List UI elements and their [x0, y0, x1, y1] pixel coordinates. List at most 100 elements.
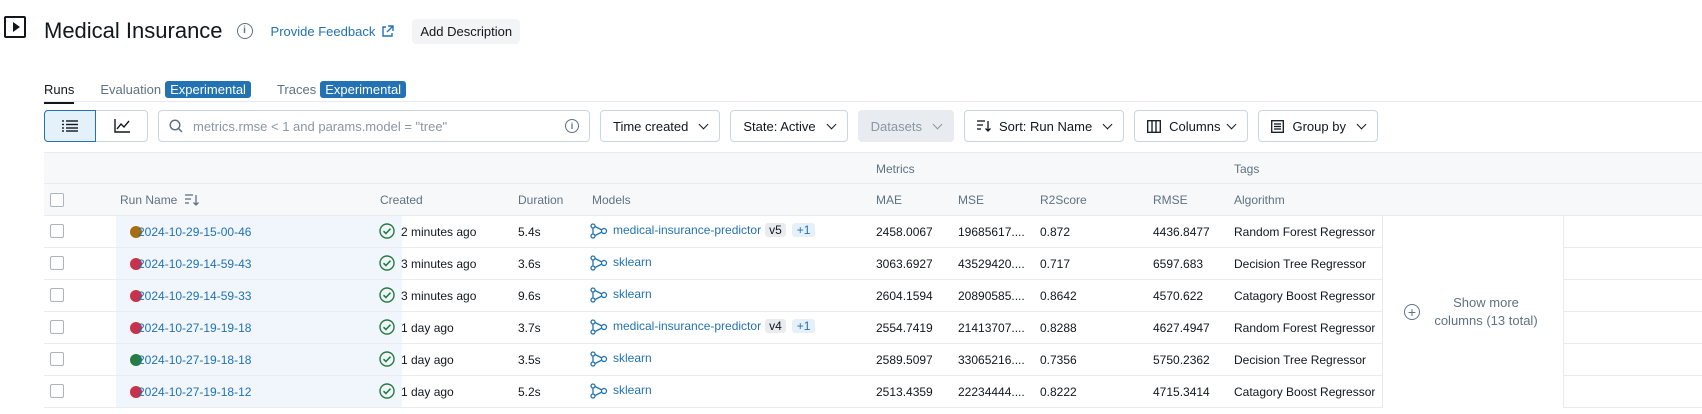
- rmse-value: 6597.683: [1153, 257, 1204, 271]
- list-icon: [62, 120, 78, 132]
- model-icon: [590, 351, 608, 372]
- columns-dropdown[interactable]: Columns: [1134, 110, 1249, 142]
- model-link[interactable]: sklearn: [613, 287, 652, 301]
- models-cell: medical-insurance-predictor v5 +1: [613, 223, 816, 237]
- select-all-checkbox[interactable]: [50, 193, 64, 207]
- run-name-link[interactable]: 2024-10-29-14-59-33: [138, 289, 251, 303]
- chart-icon: [113, 119, 130, 133]
- mse-header[interactable]: MSE: [958, 193, 984, 207]
- models-cell: sklearn: [613, 255, 652, 269]
- algorithm-header[interactable]: Algorithm: [1234, 193, 1285, 207]
- tab-evaluation[interactable]: Evaluation Experimental: [100, 76, 251, 102]
- rmse-header[interactable]: RMSE: [1153, 193, 1188, 207]
- duration-header[interactable]: Duration: [518, 193, 563, 207]
- table-group-header: Metrics Tags: [44, 152, 1702, 184]
- metrics-group-label: Metrics: [876, 162, 915, 176]
- mae-value: 2458.0067: [876, 225, 933, 239]
- mse-value: 43529420....: [958, 257, 1025, 271]
- run-name-link[interactable]: 2024-10-29-14-59-43: [138, 257, 251, 271]
- tabs-divider: [44, 101, 1702, 102]
- check-circle-icon: [379, 351, 395, 372]
- chart-view-button[interactable]: [96, 110, 148, 142]
- models-header[interactable]: Models: [592, 193, 631, 207]
- run-name-link[interactable]: 2024-10-27-19-18-18: [138, 353, 251, 367]
- duration-value: 9.6s: [518, 289, 541, 303]
- check-circle-icon: [379, 223, 395, 244]
- view-toggle: [44, 110, 148, 142]
- created-header[interactable]: Created: [380, 193, 423, 207]
- rmse-value: 4627.4947: [1153, 321, 1210, 335]
- created-value: 1 day ago: [401, 321, 454, 335]
- created-value: 2 minutes ago: [401, 225, 477, 239]
- model-link[interactable]: sklearn: [613, 383, 652, 397]
- row-checkbox[interactable]: [50, 288, 64, 302]
- sidebar-toggle-icon[interactable]: [4, 16, 26, 38]
- chevron-down-icon: [1102, 119, 1113, 129]
- mae-value: 2604.1594: [876, 289, 933, 303]
- tab-runs[interactable]: Runs: [44, 76, 75, 104]
- search-info-icon[interactable]: i: [565, 119, 579, 133]
- r2score-header[interactable]: R2Score: [1040, 193, 1087, 207]
- model-link[interactable]: sklearn: [613, 351, 652, 365]
- datasets-dropdown[interactable]: Datasets: [857, 110, 954, 142]
- r2score-value: 0.8222: [1040, 385, 1077, 399]
- state-dropdown[interactable]: State: Active: [730, 110, 848, 142]
- show-more-columns-button[interactable]: + Show more columns (13 total): [1382, 216, 1564, 408]
- group-by-label: Group by: [1292, 118, 1346, 134]
- model-link[interactable]: sklearn: [613, 255, 652, 269]
- mae-value: 3063.6927: [876, 257, 933, 271]
- mae-value: 2554.7419: [876, 321, 933, 335]
- model-version-badge: v5: [765, 223, 786, 237]
- algorithm-value: Decision Tree Regressor: [1234, 257, 1367, 271]
- mae-header[interactable]: MAE: [876, 193, 902, 207]
- run-name-link[interactable]: 2024-10-29-15-00-46: [138, 225, 251, 239]
- sort-icon: [185, 194, 200, 206]
- algorithm-value: Random Forest Regressor: [1234, 321, 1376, 335]
- mse-value: 21413707....: [958, 321, 1025, 335]
- run-name-header[interactable]: Run Name: [120, 193, 200, 207]
- chevron-down-icon: [932, 119, 943, 129]
- state-label: State: Active: [743, 118, 816, 134]
- row-checkbox[interactable]: [50, 224, 64, 238]
- more-models-badge[interactable]: +1: [791, 319, 816, 333]
- provide-feedback-link[interactable]: Provide Feedback: [271, 24, 395, 39]
- add-description-button[interactable]: Add Description: [412, 18, 521, 44]
- group-by-dropdown[interactable]: Group by: [1258, 110, 1378, 142]
- algorithm-value: Random Forest Regressor: [1234, 225, 1376, 239]
- created-value: 1 day ago: [401, 385, 454, 399]
- search-input[interactable]: [191, 117, 557, 135]
- duration-value: 3.6s: [518, 257, 541, 271]
- page-title: Medical Insurance: [44, 18, 223, 43]
- show-more-columns-label: Show more columns (13 total): [1434, 294, 1538, 328]
- duration-value: 3.7s: [518, 321, 541, 335]
- chevron-down-icon: [826, 119, 837, 129]
- info-icon[interactable]: i: [236, 23, 253, 39]
- plus-circle-icon: +: [1404, 304, 1420, 320]
- model-link[interactable]: medical-insurance-predictor: [613, 223, 761, 237]
- row-checkbox[interactable]: [50, 256, 64, 270]
- more-models-badge[interactable]: +1: [791, 223, 816, 237]
- sort-dropdown[interactable]: Sort: Run Name: [963, 110, 1125, 142]
- check-circle-icon: [379, 383, 395, 404]
- list-view-button[interactable]: [44, 110, 96, 142]
- mse-value: 19685617....: [958, 225, 1025, 239]
- model-link[interactable]: medical-insurance-predictor: [613, 319, 761, 333]
- models-cell: sklearn: [613, 383, 652, 397]
- algorithm-value: Decision Tree Regressor: [1234, 353, 1367, 367]
- run-name-link[interactable]: 2024-10-27-19-19-18: [138, 321, 251, 335]
- row-checkbox[interactable]: [50, 352, 64, 366]
- run-name-link[interactable]: 2024-10-27-19-18-12: [138, 385, 251, 399]
- rmse-value: 4570.622: [1153, 289, 1204, 303]
- row-checkbox[interactable]: [50, 320, 64, 334]
- mae-value: 2513.4359: [876, 385, 933, 399]
- row-checkbox[interactable]: [50, 384, 64, 398]
- duration-value: 5.2s: [518, 385, 541, 399]
- tab-traces[interactable]: Traces Experimental: [277, 76, 407, 102]
- mae-value: 2589.5097: [876, 353, 933, 367]
- model-icon: [590, 223, 608, 244]
- models-cell: sklearn: [613, 287, 652, 301]
- group-by-icon: [1271, 119, 1285, 133]
- run-name-header-label: Run Name: [120, 193, 178, 207]
- time-created-dropdown[interactable]: Time created: [600, 110, 721, 142]
- chevron-down-icon: [698, 119, 709, 129]
